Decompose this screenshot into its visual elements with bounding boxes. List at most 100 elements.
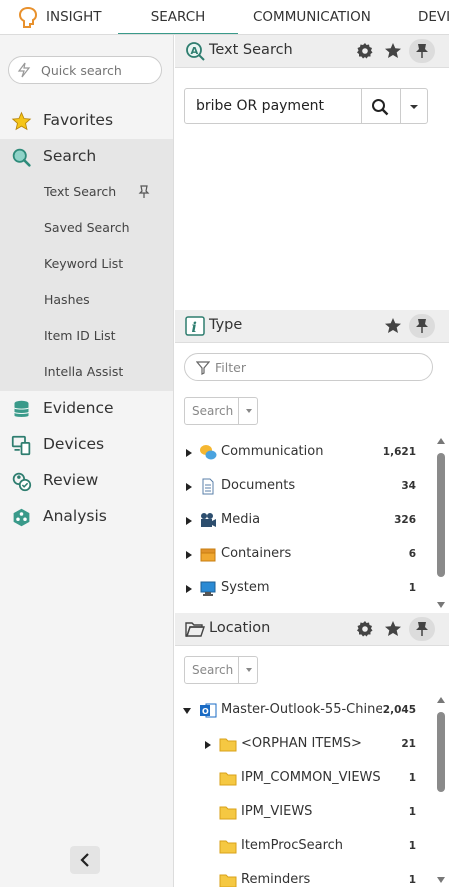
type-row-containers[interactable]: Containers 6 xyxy=(175,538,433,572)
location-row-orphan-items[interactable]: <ORPHAN ITEMS> 21 xyxy=(175,728,433,762)
sidebar-item-search[interactable]: Search xyxy=(0,139,173,175)
chevron-down-icon[interactable] xyxy=(245,667,253,673)
type-scrollbar[interactable] xyxy=(434,437,448,612)
pin-icon xyxy=(416,319,428,333)
communication-icon xyxy=(200,445,217,460)
location-panel-header: Location xyxy=(175,613,449,646)
pin-button[interactable] xyxy=(409,314,435,338)
type-row-count: 1,621 xyxy=(382,446,416,458)
location-row-ipm-common-views[interactable]: IPM_COMMON_VIEWS 1 xyxy=(175,762,433,796)
folder-icon xyxy=(219,840,237,854)
pin-icon xyxy=(416,622,428,636)
type-row-media[interactable]: Media 326 xyxy=(175,504,433,538)
text-search-panel-title: Text Search xyxy=(209,42,293,58)
search-button-label[interactable]: Search xyxy=(192,404,233,418)
subnav-item-keyword-list[interactable]: Keyword List xyxy=(44,256,123,274)
folder-icon xyxy=(219,738,237,752)
devices-icon xyxy=(11,435,31,456)
folder-icon xyxy=(219,806,237,820)
location-row-reminders[interactable]: Reminders 1 xyxy=(175,864,433,887)
divider xyxy=(361,89,362,123)
folder-open-icon xyxy=(185,622,205,637)
sidebar-item-label: Search xyxy=(43,147,97,165)
type-row-communication[interactable]: Communication 1,621 xyxy=(175,436,433,470)
tab-insight[interactable]: INSIGHT xyxy=(46,0,102,34)
text-search-query[interactable]: bribe OR payment xyxy=(196,98,324,114)
type-row-label: Media xyxy=(221,512,261,527)
location-row-count: 2,045 xyxy=(382,704,416,716)
type-row-count: 326 xyxy=(394,514,416,526)
analysis-icon xyxy=(13,508,30,527)
chevron-down-icon[interactable] xyxy=(409,103,419,111)
insight-logo-icon xyxy=(19,7,37,28)
sidebar-item-label: Evidence xyxy=(43,399,114,417)
location-row-count: 1 xyxy=(408,806,416,818)
location-row-label: ItemProcSearch xyxy=(241,838,344,853)
expand-arrow-icon[interactable] xyxy=(204,740,212,750)
type-row-system[interactable]: System 1 xyxy=(175,572,433,606)
scroll-down-arrow-icon[interactable] xyxy=(436,601,446,609)
text-search-field[interactable]: bribe OR payment xyxy=(184,88,428,124)
location-row-itemprocsearch[interactable]: ItemProcSearch 1 xyxy=(175,830,433,864)
location-row-ipm-views[interactable]: IPM_VIEWS 1 xyxy=(175,796,433,830)
expand-arrow-icon[interactable] xyxy=(185,550,193,560)
media-icon xyxy=(201,513,216,527)
pin-button[interactable] xyxy=(409,617,435,641)
location-row-label: IPM_VIEWS xyxy=(241,804,313,819)
location-scrollbar[interactable] xyxy=(434,696,448,887)
scroll-up-arrow-icon[interactable] xyxy=(436,437,446,445)
expand-arrow-icon[interactable] xyxy=(185,448,193,458)
document-icon xyxy=(202,478,214,495)
gear-icon[interactable] xyxy=(355,41,375,61)
subnav-item-intella-assist[interactable]: Intella Assist xyxy=(44,364,123,382)
tab-devices[interactable]: DEVI xyxy=(418,0,449,34)
location-row-count: 1 xyxy=(408,874,416,886)
collapse-arrow-icon[interactable] xyxy=(182,707,192,715)
tab-search[interactable]: SEARCH xyxy=(118,0,238,34)
magnifier-icon xyxy=(12,148,31,167)
search-icon[interactable] xyxy=(371,98,389,116)
location-row-root[interactable]: O Master-Outlook-55-Chinese 2,045 xyxy=(175,694,433,728)
favorite-star-icon[interactable] xyxy=(383,316,403,336)
subnav-item-text-search[interactable]: Text Search xyxy=(44,184,116,202)
location-search-split-button[interactable]: Search xyxy=(184,656,258,684)
search-button-label[interactable]: Search xyxy=(192,663,233,677)
divider xyxy=(238,398,239,424)
expand-arrow-icon[interactable] xyxy=(185,482,193,492)
chevron-down-icon[interactable] xyxy=(245,408,253,414)
scroll-thumb[interactable] xyxy=(437,712,445,792)
star-icon xyxy=(11,111,32,131)
favorite-star-icon[interactable] xyxy=(383,619,403,639)
gear-icon[interactable] xyxy=(355,619,375,639)
type-search-split-button[interactable]: Search xyxy=(184,397,258,425)
sidebar-item-analysis[interactable]: Analysis xyxy=(0,499,173,535)
type-row-documents[interactable]: Documents 34 xyxy=(175,470,433,504)
tab-communication[interactable]: COMMUNICATION xyxy=(253,0,371,34)
divider xyxy=(400,89,401,123)
svg-text:i: i xyxy=(192,320,197,336)
quick-search-input[interactable] xyxy=(41,61,156,79)
expand-arrow-icon[interactable] xyxy=(185,584,193,594)
favorite-star-icon[interactable] xyxy=(383,41,403,61)
pin-button[interactable] xyxy=(409,39,435,63)
sidebar-item-favorites[interactable]: Favorites xyxy=(0,103,173,139)
type-filter-input[interactable]: Filter xyxy=(184,353,433,381)
sidebar-item-evidence[interactable]: Evidence xyxy=(0,391,173,427)
scroll-thumb[interactable] xyxy=(437,453,445,577)
chevron-left-icon xyxy=(80,853,89,867)
location-row-count: 1 xyxy=(408,772,416,784)
subnav-item-hashes[interactable]: Hashes xyxy=(44,292,90,310)
pin-icon[interactable] xyxy=(138,185,150,199)
sidebar-item-devices[interactable]: Devices xyxy=(0,427,173,463)
subnav-item-saved-search[interactable]: Saved Search xyxy=(44,220,130,238)
scroll-down-arrow-icon[interactable] xyxy=(436,876,446,884)
folder-icon xyxy=(219,772,237,786)
quick-search-box[interactable] xyxy=(8,56,162,84)
collapse-sidebar-button[interactable] xyxy=(70,846,100,874)
sidebar-item-review[interactable]: Review xyxy=(0,463,173,499)
scroll-up-arrow-icon[interactable] xyxy=(436,696,446,704)
type-row-label: System xyxy=(221,580,270,595)
expand-arrow-icon[interactable] xyxy=(185,516,193,526)
filter-icon xyxy=(196,361,210,375)
subnav-item-item-id-list[interactable]: Item ID List xyxy=(44,328,116,346)
